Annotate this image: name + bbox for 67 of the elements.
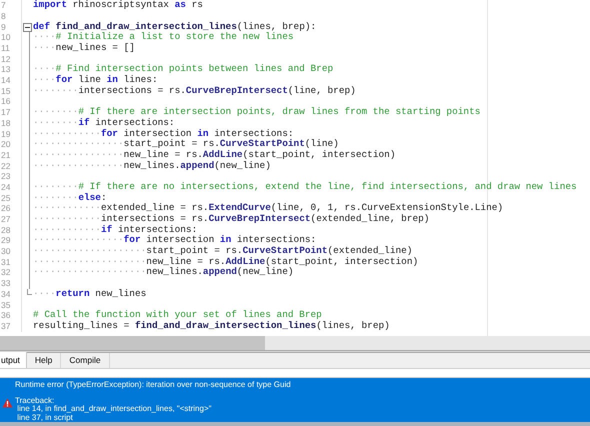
line-number: 20 [0,139,22,150]
line-number: 34 [0,288,22,300]
line-number: 27 [0,214,22,225]
line-number: 23 [0,171,22,182]
line-number: 33 [0,278,22,289]
line-number: 16 [0,96,22,108]
code-line: ····# Initialize a list to store the new lines [33,32,294,43]
code-line: ················start_point = rs.CurveStartPoint(line) [33,139,339,150]
scrollbar-thumb[interactable] [0,336,265,350]
traceback-line: line 14, in find_and_draw_intersection_lines, "<string>" [16,405,212,414]
line-number: 32 [0,267,22,278]
traceback-heading: Traceback: [15,397,54,406]
error-icon [2,398,12,408]
code-line: ········# If there are no intersections, extend the line, find intersections, and draw new lines [33,182,577,193]
line-number: 10 [0,32,22,44]
code-line: ····················new_lines.append(new_line) [33,267,294,278]
line-number: 9 [0,22,22,32]
code-line: resulting_lines = find_and_draw_intersection_lines(lines, brep) [33,320,390,332]
error-text: Runtime error (TypeErrorException): iteration over non-sequence of type Guid [15,380,291,389]
code-line: ········# If there are intersection points, draw lines from the starting points [33,107,480,118]
horizontal-scrollbar[interactable] [0,336,590,350]
line-number: 28 [0,224,22,236]
traceback-line: line 37, in script [16,414,73,422]
line-number: 19 [0,128,22,140]
code-line: ····new_lines = [] [33,43,135,54]
code-line: def find_and_draw_intersection_lines(lines, brep): [33,22,316,32]
line-number: 25 [0,192,22,204]
line-number: 29 [0,235,22,246]
code-line: ············if intersections: [33,224,198,235]
code-line: # Call the function with your set of lines and Brep [33,310,322,321]
line-number: 26 [0,203,22,214]
line-number: 22 [0,160,22,172]
code-line: ············intersections = rs.CurveBrepIntersect(extended_line, brep) [33,214,430,225]
code-line: ················new_lines.append(new_line) [33,160,271,172]
code-line: ····return new_lines [33,288,146,300]
line-number: 8 [0,10,22,22]
code-line: import rhinoscriptsyntax as rs [33,0,203,11]
line-number: 24 [0,182,22,193]
code-line: ····for line in lines: [33,75,158,86]
collapse-icon[interactable] [23,22,32,32]
line-number: 30 [0,246,22,257]
code-line: ····# Find intersection points between lines and Brep [33,64,334,75]
line-number: 11 [0,43,22,54]
code-line: ········if intersections: [33,118,175,129]
code-line: ········intersections = rs.CurveBrepIntersect(line, brep) [33,86,356,96]
code-line: ····················start_point = rs.CurveStartPoint(extended_line) [33,246,412,257]
error-message-row[interactable]: Runtime error (TypeErrorException): iteration over non-sequence of type Guid Traceback: line 14, in find_and_draw_intersection_lines, "<string>" line 37, in script [0,378,590,426]
code-line: ············extended_line = rs.ExtendCurve(line, 0, 1, rs.CurveExtensionStyle.Line) [33,203,504,214]
line-number: 7 [0,0,22,11]
line-number: 21 [0,150,22,161]
line-number: 35 [0,300,22,310]
code-line: ················new_line = rs.AddLine(start_point, intersection) [33,150,396,161]
code-line: ················for intersection in intersections: [33,235,316,246]
line-number: 14 [0,75,22,86]
code-line: ····················new_line = rs.AddLine(start_point, intersection) [33,256,418,267]
line-number: 31 [0,256,22,268]
tab[interactable]: utput [0,352,27,368]
fold-end-marker [27,288,32,295]
code-line: ············for intersection in intersections: [33,128,294,139]
line-number: 12 [0,54,22,64]
line-number: 15 [0,86,22,96]
line-number: 37 [0,320,22,332]
line-number: 36 [0,310,22,321]
code-line: ········else: [33,192,107,203]
line-number: 18 [0,118,22,129]
line-number: 17 [0,107,22,118]
line-number: 13 [0,64,22,76]
